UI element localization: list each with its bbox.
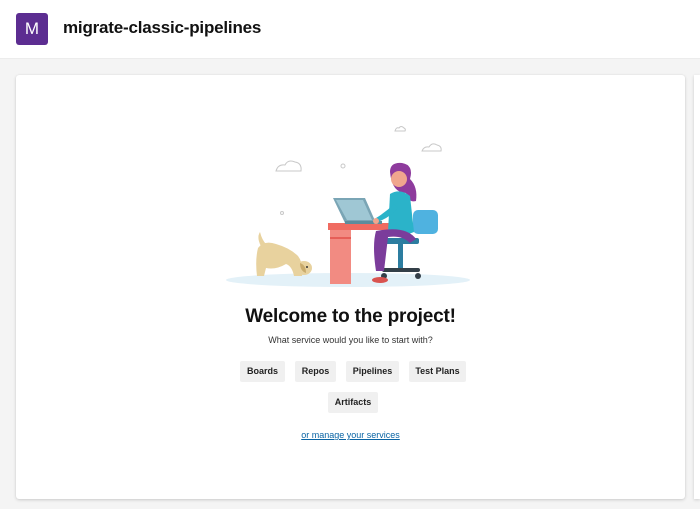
chair-base — [382, 268, 420, 272]
repos-button[interactable]: Repos — [295, 361, 336, 382]
person-shoe — [372, 277, 388, 283]
desk-drawer — [330, 237, 351, 239]
chair-post — [398, 244, 403, 268]
dot-2 — [280, 211, 284, 215]
desk-top — [328, 223, 398, 230]
boards-button[interactable]: Boards — [240, 361, 285, 382]
dot-1 — [340, 163, 346, 169]
test-plans-button[interactable]: Test Plans — [409, 361, 466, 382]
project-avatar[interactable]: M — [16, 13, 48, 45]
chair-wheel-r — [415, 273, 421, 279]
person-face — [391, 171, 407, 187]
project-header: M migrate-classic-pipelines — [0, 0, 700, 59]
pipelines-button[interactable]: Pipelines — [346, 361, 399, 382]
artifacts-button[interactable]: Artifacts — [328, 392, 378, 413]
project-title[interactable]: migrate-classic-pipelines — [63, 18, 261, 38]
dog-eye — [306, 266, 308, 268]
cloud-right — [421, 143, 442, 152]
person-hand — [373, 218, 379, 224]
welcome-subtitle: What service would you like to start wit… — [268, 335, 433, 345]
welcome-title: Welcome to the project! — [245, 306, 456, 327]
chair-back — [413, 210, 438, 234]
person-legs — [374, 229, 416, 271]
dog-body — [256, 242, 303, 276]
adjacent-panel-edge — [694, 75, 700, 499]
cloud-left — [275, 160, 302, 172]
manage-services-link[interactable]: or manage your services — [16, 430, 685, 440]
cloud-top — [394, 126, 406, 132]
welcome-illustration — [226, 126, 470, 287]
